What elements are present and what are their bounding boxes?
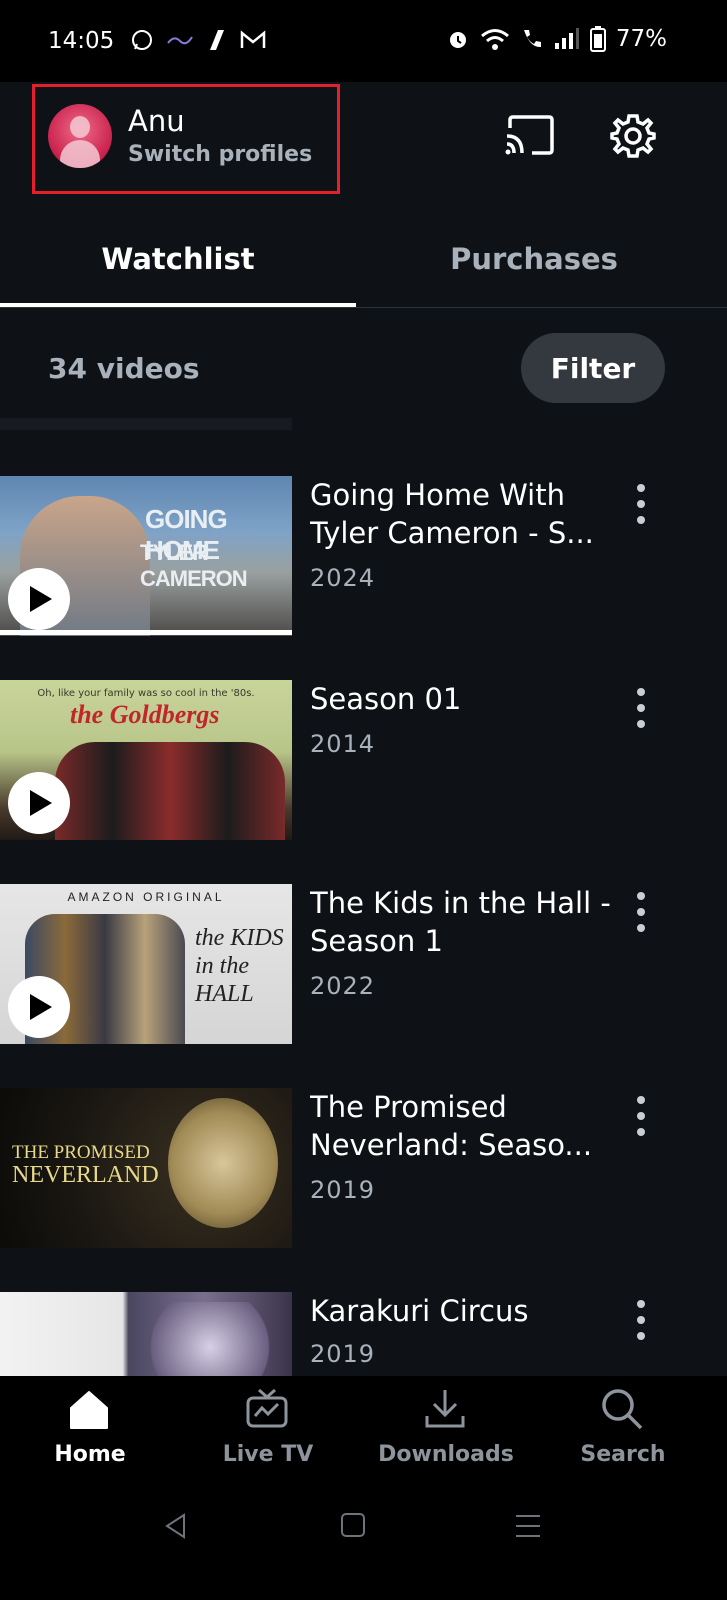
tv-icon (246, 1388, 288, 1428)
thumbnail-subtitle: NEVERLAND (12, 1162, 159, 1188)
thumbnail[interactable] (0, 1292, 292, 1376)
thumbnail[interactable]: GOING HOME TYLER CAMERON (0, 476, 292, 636)
item-year: 2014 (310, 730, 376, 758)
download-icon (425, 1390, 465, 1428)
brand-icon (167, 36, 193, 45)
item-year: 2019 (310, 1340, 376, 1368)
item-year: 2022 (310, 972, 376, 1000)
system-nav-bar (0, 1486, 727, 1600)
whatsapp-icon (132, 30, 152, 50)
thumbnail-title: the Goldbergs (70, 700, 220, 729)
play-button[interactable] (8, 976, 70, 1038)
notification-icons (130, 28, 266, 52)
item-year: 2024 (310, 564, 376, 592)
more-options-icon[interactable] (632, 482, 650, 526)
item-title[interactable]: Going Home With Tyler Cameron - S... (310, 476, 620, 552)
watchlist[interactable]: GOING HOME TYLER CAMERON Going Home With… (0, 418, 727, 1376)
nav-downloads[interactable] (370, 1386, 520, 1436)
search-icon (602, 1389, 643, 1430)
avatar[interactable] (48, 104, 112, 168)
play-icon (30, 586, 52, 612)
play-icon (30, 790, 52, 816)
thumbnail[interactable]: Oh, like your family was so cool in the … (0, 680, 292, 840)
thumbnail-title: THE PROMISED (12, 1142, 150, 1163)
battery-icon (589, 26, 606, 52)
profile-name[interactable]: Anu (128, 104, 185, 138)
signal-icon (554, 28, 579, 49)
active-tab-indicator (0, 303, 356, 307)
list-item[interactable]: Oh, like your family was so cool in the … (0, 680, 727, 850)
thumbnail-tagline: Oh, like your family was so cool in the … (37, 688, 255, 699)
play-icon (30, 994, 52, 1020)
more-options-icon[interactable] (632, 1298, 650, 1342)
tab-purchases[interactable]: Purchases (356, 242, 712, 276)
battery-percent: 77% (615, 26, 667, 52)
call-icon (523, 30, 541, 48)
list-item-partial (0, 418, 292, 430)
more-options-icon[interactable] (632, 1094, 650, 1138)
gmail-icon (240, 30, 266, 48)
video-count: 34 videos (48, 352, 200, 385)
nav-live-tv-label[interactable]: Live TV (178, 1442, 358, 1467)
tab-watchlist[interactable]: Watchlist (0, 242, 356, 276)
item-title[interactable]: Karakuri Circus (310, 1292, 620, 1330)
recents-icon[interactable] (514, 1512, 542, 1540)
list-item[interactable]: Karakuri Circus 2019 (0, 1292, 727, 1376)
item-title[interactable]: Season 01 (310, 680, 620, 718)
tab-divider (0, 307, 727, 308)
nav-home-label[interactable]: Home (0, 1442, 180, 1467)
system-icons: 77% (446, 26, 667, 52)
list-item[interactable]: AMAZON ORIGINAL the KIDS in the HALL The… (0, 884, 727, 1054)
item-title[interactable]: The Kids in the Hall - Season 1 (310, 884, 620, 960)
thumbnail[interactable]: THE PROMISED NEVERLAND (0, 1088, 292, 1248)
list-item[interactable]: GOING HOME TYLER CAMERON Going Home With… (0, 476, 727, 646)
nav-live-tv[interactable] (192, 1386, 342, 1436)
list-item[interactable]: THE PROMISED NEVERLAND The Promised Neve… (0, 1088, 727, 1258)
item-year: 2019 (310, 1176, 376, 1204)
cast-icon[interactable] (504, 114, 556, 156)
filter-button[interactable]: Filter (521, 333, 665, 403)
back-icon[interactable] (162, 1512, 190, 1540)
nav-search[interactable] (547, 1386, 697, 1436)
app-icon (210, 30, 224, 50)
nav-search-label[interactable]: Search (533, 1442, 713, 1467)
home-nav-icon[interactable] (340, 1512, 366, 1538)
wifi-icon (480, 29, 509, 50)
thumbnail[interactable]: AMAZON ORIGINAL the KIDS in the HALL (0, 884, 292, 1044)
more-options-icon[interactable] (632, 890, 650, 934)
alarm-icon (449, 32, 466, 48)
progress-bar (0, 630, 292, 635)
thumbnail-label: AMAZON ORIGINAL (67, 890, 225, 904)
play-button[interactable] (8, 772, 70, 834)
thumbnail-title: the KIDS in the HALL (195, 925, 284, 1007)
more-options-icon[interactable] (632, 686, 650, 730)
gear-icon[interactable] (610, 112, 656, 158)
nav-home[interactable] (14, 1386, 164, 1436)
home-icon (70, 1391, 108, 1429)
status-time: 14:05 (48, 28, 115, 54)
nav-downloads-label[interactable]: Downloads (356, 1442, 536, 1467)
thumbnail-subtitle: TYLER CAMERON (140, 540, 248, 591)
item-title[interactable]: The Promised Neverland: Seaso... (310, 1088, 620, 1164)
switch-profiles-label[interactable]: Switch profiles (128, 142, 312, 167)
play-button[interactable] (8, 568, 70, 630)
